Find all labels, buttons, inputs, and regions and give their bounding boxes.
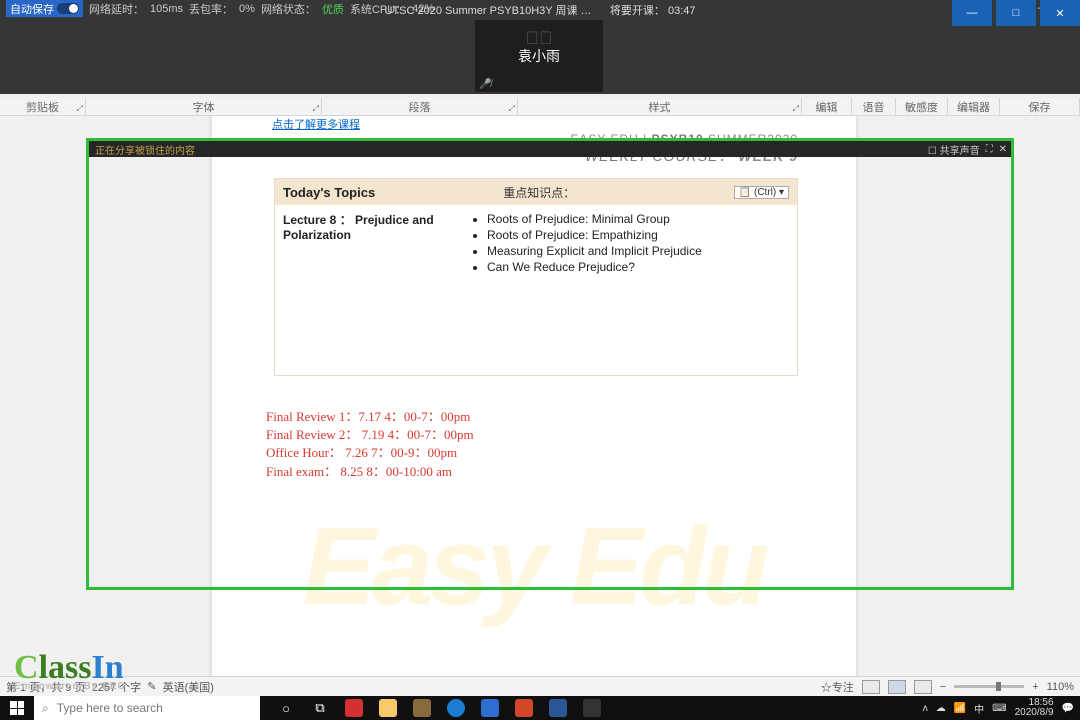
system-tray: ʌ ☁ 📶 中 ⌨ 18:56 2020/8/9 💬	[923, 698, 1080, 719]
group-font: 字体	[193, 99, 215, 115]
cpu-label: 系统CPU：	[350, 1, 406, 17]
classin-watermark-sub: Empowered By EEO	[14, 681, 126, 692]
share-audio-toggle[interactable]: ☐ 共享声音	[928, 142, 980, 157]
group-clipboard: 剪贴板	[26, 99, 59, 115]
mic-muted-icon: 🎤̸	[479, 79, 491, 90]
task-cortana-icon[interactable]: ○	[270, 696, 302, 720]
task-acrobat-icon[interactable]	[338, 696, 370, 720]
autosave-label: 自动保存	[10, 1, 54, 17]
group-paragraph: 段落	[409, 99, 431, 115]
share-close-icon[interactable]: ✕	[999, 144, 1007, 155]
word-close-button[interactable]: ✕	[1040, 0, 1080, 26]
tray-keyboard-icon[interactable]: ⌨	[992, 703, 1006, 714]
zoom-slider[interactable]	[954, 685, 1024, 688]
word-minimize-button[interactable]: —	[952, 0, 992, 26]
loss-label: 丢包率：	[189, 1, 233, 17]
screen-share-frame: 正在分享被锁住的内容 ☐ 共享声音 ⛶ ✕	[86, 138, 1014, 590]
task-mail-icon[interactable]	[474, 696, 506, 720]
tray-ime-indicator[interactable]: 中	[974, 701, 984, 716]
tray-onedrive-icon[interactable]: ☁	[936, 703, 946, 714]
classin-watermark: ClassIn Empowered By EEO	[14, 649, 126, 692]
share-frame-header: 正在分享被锁住的内容 ☐ 共享声音 ⛶ ✕	[89, 141, 1011, 157]
participant-video-tile[interactable]: 👤⃠ 袁小雨 🎤̸	[475, 20, 603, 92]
word-status-bar: 第 1 页，共 9 页 2257 个字 ✎ 英语(美国) ☆专注 − + 110…	[0, 676, 1080, 696]
launcher-icon[interactable]: ⤢	[509, 104, 515, 114]
group-save: 保存	[1029, 99, 1051, 115]
launcher-icon[interactable]: ⤢	[313, 104, 319, 114]
group-editor: 编辑器	[957, 99, 990, 115]
clock-date: 2020/8/9	[1015, 708, 1054, 719]
status-focus[interactable]: ☆专注	[821, 679, 854, 695]
net-value: 优质	[322, 1, 344, 17]
latency-label: 网络延时：	[89, 1, 144, 17]
view-readmode-button[interactable]	[862, 680, 880, 694]
search-icon: ⌕	[42, 701, 49, 716]
windows-taskbar: ⌕ Type here to search ○ ⧉ ʌ ☁ 📶 中 ⌨ 18:5…	[0, 696, 1080, 720]
zoom-value[interactable]: 110%	[1047, 681, 1074, 693]
loss-value: 0%	[239, 3, 255, 15]
task-explorer-icon[interactable]	[372, 696, 404, 720]
status-language[interactable]: 英语(美国)	[163, 679, 214, 695]
zoom-in-button[interactable]: +	[1032, 681, 1038, 693]
start-button[interactable]	[0, 696, 34, 720]
group-editing: 编辑	[816, 99, 838, 115]
view-printlayout-button[interactable]	[888, 680, 906, 694]
status-spellcheck-icon[interactable]: ✎	[147, 680, 156, 693]
tray-overflow-icon[interactable]: ʌ	[923, 703, 928, 714]
task-word-icon[interactable]	[542, 696, 574, 720]
launcher-icon[interactable]: ⤢	[77, 104, 83, 114]
tray-network-icon[interactable]: 📶	[954, 703, 966, 714]
task-store-icon[interactable]	[406, 696, 438, 720]
zoom-out-button[interactable]: −	[940, 681, 946, 693]
tray-clock[interactable]: 18:56 2020/8/9	[1015, 698, 1054, 719]
camera-off-icon: 👤⃠	[526, 28, 553, 49]
task-edge-icon[interactable]	[440, 696, 472, 720]
word-maximize-button[interactable]: □	[996, 0, 1036, 26]
group-sensitivity: 敏感度	[905, 99, 938, 115]
participant-name: 袁小雨	[518, 46, 560, 66]
classin-topbar: 自动保存 网络延时： 105ms 丢包率： 0% 网络状态： 优质 系统CPU：…	[0, 0, 1080, 94]
windows-logo-icon	[10, 701, 24, 715]
group-voice: 语音	[863, 99, 885, 115]
latency-value: 105ms	[150, 3, 183, 15]
share-status-text: 正在分享被锁住的内容	[95, 142, 195, 157]
search-placeholder: Type here to search	[57, 701, 163, 715]
launcher-icon[interactable]: ⤢	[793, 104, 799, 114]
group-styles: 样式	[649, 99, 671, 115]
ribbon-group-labels: 剪贴板 ⤢ 字体 ⤢ 段落 ⤢ 样式 ⤢ 编辑 语音 敏感度 编辑器 保存	[0, 98, 1080, 116]
task-classin-icon[interactable]	[576, 696, 608, 720]
view-weblayout-button[interactable]	[914, 680, 932, 694]
autosave-indicator: 自动保存	[6, 0, 83, 17]
autosave-toggle[interactable]	[57, 3, 79, 14]
share-fullscreen-icon[interactable]: ⛶	[986, 144, 993, 155]
task-office-icon[interactable]	[508, 696, 540, 720]
cpu-value: 42%	[412, 3, 434, 15]
task-taskview-icon[interactable]: ⧉	[304, 696, 336, 720]
net-label: 网络状态：	[261, 1, 316, 17]
tray-notifications-icon[interactable]: 💬	[1062, 703, 1074, 714]
taskbar-search[interactable]: ⌕ Type here to search	[34, 696, 260, 720]
